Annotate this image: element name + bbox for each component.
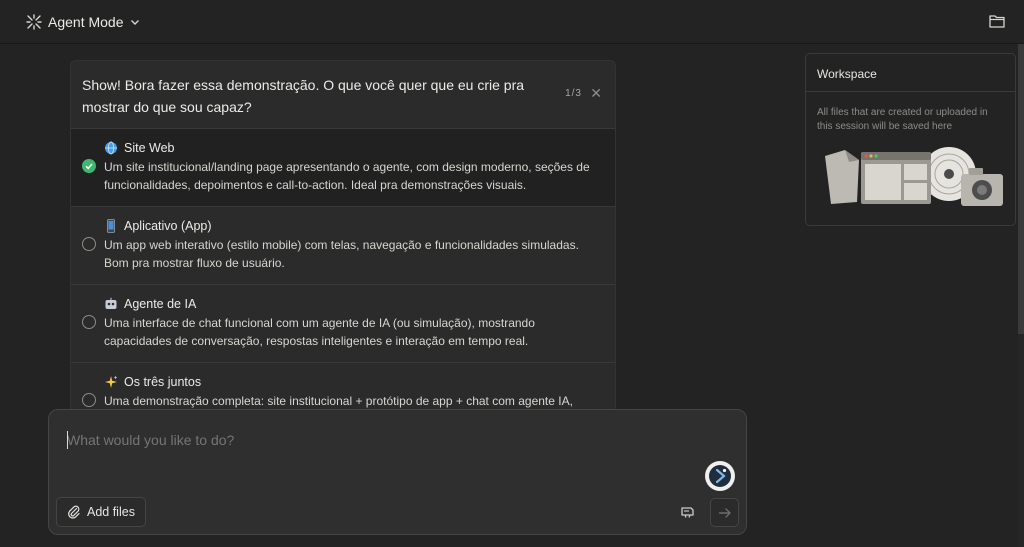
files-illustration-icon bbox=[825, 147, 1003, 206]
option-title: Aplicativo (App) bbox=[124, 219, 212, 233]
chevron-down-icon bbox=[130, 20, 139, 25]
radio-unchecked[interactable] bbox=[82, 315, 96, 329]
prompt-input[interactable] bbox=[67, 432, 627, 448]
globe-emoji-icon bbox=[105, 141, 117, 155]
agent-mode-label: Agent Mode bbox=[48, 14, 124, 30]
radio-unchecked[interactable] bbox=[82, 237, 96, 251]
sparkles-emoji-icon bbox=[105, 375, 118, 388]
agent-burst-icon bbox=[26, 14, 42, 30]
folder-icon[interactable] bbox=[988, 12, 1006, 30]
agent-mode-selector[interactable]: Agent Mode bbox=[26, 11, 140, 33]
workspace-panel: Workspace All files that are created or … bbox=[805, 53, 1016, 226]
option-aplicativo[interactable]: Aplicativo (App) Um app web interativo (… bbox=[71, 206, 615, 284]
phone-emoji-icon bbox=[107, 219, 115, 233]
option-description: Uma interface de chat funcional com um a… bbox=[104, 316, 535, 348]
paperclip-icon bbox=[68, 505, 80, 519]
question-header: Show! Bora fazer essa demonstração. O qu… bbox=[71, 61, 615, 128]
add-files-button[interactable]: Add files bbox=[56, 497, 146, 527]
option-agente-ia[interactable]: Agente de IA Uma interface de chat funci… bbox=[71, 284, 615, 362]
question-card: Show! Bora fazer essa demonstração. O qu… bbox=[70, 60, 616, 420]
arrow-right-icon bbox=[718, 508, 731, 518]
workspace-description: All files that are created or uploaded i… bbox=[817, 107, 988, 132]
radio-checked[interactable] bbox=[82, 159, 96, 173]
option-description: Uma demonstração completa: site instituc… bbox=[104, 394, 573, 408]
option-description: Um site institucional/landing page apres… bbox=[104, 160, 590, 192]
check-icon bbox=[85, 163, 93, 170]
composer: Add files bbox=[48, 409, 747, 535]
tool-icon[interactable] bbox=[678, 502, 698, 522]
send-button[interactable] bbox=[710, 498, 739, 527]
text-caret bbox=[67, 431, 68, 449]
scrollbar-thumb[interactable] bbox=[1018, 44, 1024, 334]
workspace-title: Workspace bbox=[806, 54, 1015, 92]
option-site-web[interactable]: Site Web Um site institucional/landing p… bbox=[71, 128, 615, 206]
radio-unchecked[interactable] bbox=[82, 393, 96, 407]
question-title: Show! Bora fazer essa demonstração. O qu… bbox=[82, 77, 525, 115]
assistant-logo-icon[interactable] bbox=[705, 461, 735, 491]
question-counter: 1/3 bbox=[565, 88, 582, 99]
assistant-logo-shape bbox=[709, 465, 731, 487]
robot-emoji-icon bbox=[105, 297, 117, 309]
close-icon[interactable]: ✕ bbox=[590, 85, 602, 102]
option-title: Os três juntos bbox=[124, 375, 202, 389]
option-description: Um app web interativo (estilo mobile) co… bbox=[104, 238, 579, 270]
option-title: Site Web bbox=[124, 141, 175, 155]
top-bar: Agent Mode bbox=[0, 0, 1024, 44]
option-title: Agente de IA bbox=[124, 297, 197, 311]
add-files-label: Add files bbox=[87, 505, 135, 519]
